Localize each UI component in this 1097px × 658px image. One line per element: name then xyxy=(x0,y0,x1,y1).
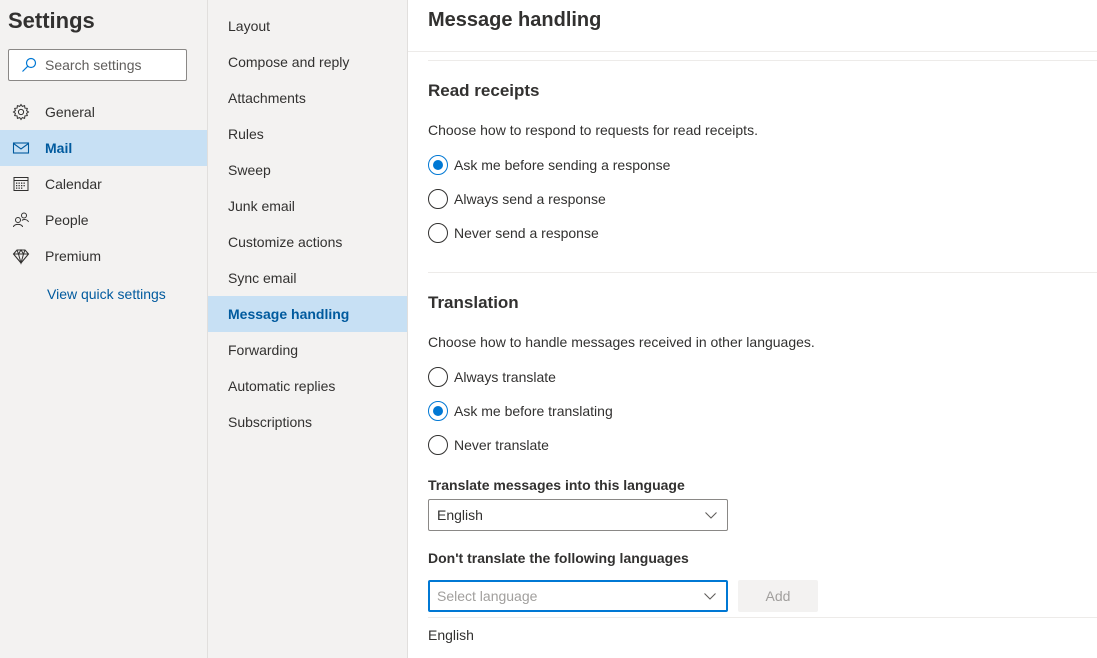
sidebar-item-people[interactable]: People xyxy=(0,202,207,238)
radio-never-send-response[interactable]: Never send a response xyxy=(428,222,599,244)
translate-into-language-dropdown[interactable]: English xyxy=(428,499,728,531)
page-title: Message handling xyxy=(428,9,602,31)
subnav-item-sweep[interactable]: Sweep xyxy=(208,152,407,188)
calendar-icon xyxy=(12,175,30,193)
radio-ask-before-translating[interactable]: Ask me before translating xyxy=(428,400,613,422)
subnav-item-forwarding[interactable]: Forwarding xyxy=(208,332,407,368)
search-icon xyxy=(22,57,37,72)
dont-translate-label: Don't translate the following languages xyxy=(428,550,689,566)
sidebar-item-label: Mail xyxy=(45,140,73,156)
sidebar-item-mail[interactable]: Mail xyxy=(0,130,207,166)
chevron-down-icon xyxy=(704,593,716,600)
subnav-item-layout[interactable]: Layout xyxy=(208,8,407,44)
people-icon xyxy=(12,211,30,229)
radio-label: Ask me before translating xyxy=(454,403,613,419)
radio-button[interactable] xyxy=(428,223,448,243)
add-language-button[interactable]: Add xyxy=(738,580,818,612)
radio-always-translate[interactable]: Always translate xyxy=(428,366,556,388)
subnav-item-compose-and-reply[interactable]: Compose and reply xyxy=(208,44,407,80)
dropdown-value: English xyxy=(437,507,483,523)
radio-label: Never send a response xyxy=(454,225,599,241)
dropdown-placeholder: Select language xyxy=(437,588,538,604)
subnav-item-message-handling[interactable]: Message handling xyxy=(208,296,407,332)
diamond-icon xyxy=(12,247,30,265)
sidebar-item-label: People xyxy=(45,212,89,228)
sidebar-item-label: Premium xyxy=(45,248,102,264)
subnav-item-automatic-replies[interactable]: Automatic replies xyxy=(208,368,407,404)
search-settings-box[interactable] xyxy=(8,49,187,81)
translation-description: Choose how to handle messages received i… xyxy=(428,334,815,350)
translate-into-label: Translate messages into this language xyxy=(428,477,685,493)
chevron-down-icon xyxy=(705,512,717,519)
subnav-item-rules[interactable]: Rules xyxy=(208,116,407,152)
sidebar-item-premium[interactable]: Premium xyxy=(0,238,207,274)
subnav-item-subscriptions[interactable]: Subscriptions xyxy=(208,404,407,440)
scroll-top-divider xyxy=(428,60,1097,61)
radio-button[interactable] xyxy=(428,367,448,387)
select-language-dropdown[interactable]: Select language xyxy=(428,580,728,612)
sidebar-item-label: Calendar xyxy=(45,176,102,192)
excluded-language-item: English xyxy=(428,627,474,643)
mail-settings-subnav: Layout Compose and reply Attachments Rul… xyxy=(208,0,408,658)
settings-sidebar: Settings General Mail Calendar People xyxy=(0,0,208,658)
read-receipts-description: Choose how to respond to requests for re… xyxy=(428,122,758,138)
gear-icon xyxy=(12,103,30,121)
radio-label: Never translate xyxy=(454,437,549,453)
radio-button[interactable] xyxy=(428,189,448,209)
settings-title: Settings xyxy=(8,8,95,33)
radio-label: Ask me before sending a response xyxy=(454,157,671,173)
sidebar-item-label: General xyxy=(45,104,95,120)
language-list-divider xyxy=(428,617,1097,618)
sidebar-item-calendar[interactable]: Calendar xyxy=(0,166,207,202)
header-divider xyxy=(408,51,1097,52)
subnav-item-attachments[interactable]: Attachments xyxy=(208,80,407,116)
translation-heading: Translation xyxy=(428,293,519,312)
radio-label: Always translate xyxy=(454,369,556,385)
radio-always-send-response[interactable]: Always send a response xyxy=(428,188,606,210)
read-receipts-heading: Read receipts xyxy=(428,81,540,100)
radio-ask-before-sending-response[interactable]: Ask me before sending a response xyxy=(428,154,670,176)
subnav-item-customize-actions[interactable]: Customize actions xyxy=(208,224,407,260)
subnav-item-junk-email[interactable]: Junk email xyxy=(208,188,407,224)
subnav-item-sync-email[interactable]: Sync email xyxy=(208,260,407,296)
message-handling-panel: Message handling Read receipts Choose ho… xyxy=(408,0,1097,658)
radio-never-translate[interactable]: Never translate xyxy=(428,434,549,456)
view-quick-settings-link[interactable]: View quick settings xyxy=(47,286,166,302)
radio-button[interactable] xyxy=(428,155,448,175)
sidebar-item-general[interactable]: General xyxy=(0,94,207,130)
radio-button[interactable] xyxy=(428,401,448,421)
section-divider xyxy=(428,272,1097,273)
radio-button[interactable] xyxy=(428,435,448,455)
mail-icon xyxy=(12,139,30,157)
radio-label: Always send a response xyxy=(454,191,606,207)
search-settings-input[interactable] xyxy=(45,57,185,73)
